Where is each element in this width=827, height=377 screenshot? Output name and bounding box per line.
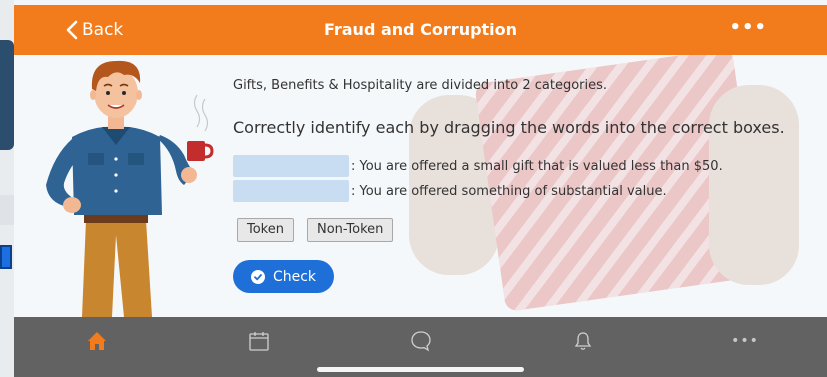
tab-calendar[interactable] [244, 327, 274, 355]
drop-target-box[interactable] [233, 155, 349, 177]
home-indicator[interactable] [317, 367, 524, 372]
check-button[interactable]: Check [233, 260, 334, 293]
background-app-strip [0, 0, 14, 377]
match-row-text: : You are offered something of substanti… [351, 183, 667, 199]
tab-more[interactable]: ••• [730, 327, 760, 355]
bottom-tab-bar: ••• [14, 317, 827, 377]
match-row-text: : You are offered a small gift that is v… [351, 158, 723, 174]
match-row: : You are offered a small gift that is v… [233, 155, 723, 177]
draggable-word-token[interactable]: Token [237, 218, 294, 242]
tab-chat[interactable] [406, 327, 436, 355]
bell-icon [574, 332, 592, 350]
more-icon: ••• [731, 333, 759, 349]
background-shape [0, 40, 14, 150]
check-label: Check [272, 268, 317, 285]
top-bar: Back Fraud and Corruption ••• [14, 5, 827, 55]
background-shape [0, 195, 14, 225]
drop-target-box[interactable] [233, 180, 349, 202]
app-frame: Back Fraud and Corruption ••• Gifts, Ben… [0, 0, 827, 377]
hand-shape [709, 85, 799, 285]
character-illustration [46, 60, 214, 317]
calendar-icon [249, 332, 269, 351]
background-shape [0, 245, 12, 269]
draggable-word-non-token[interactable]: Non-Token [307, 218, 394, 242]
activity-content: Gifts, Benefits & Hospitality are divide… [14, 55, 827, 317]
page-title: Fraud and Corruption [323, 20, 518, 39]
intro-text: Gifts, Benefits & Hospitality are divide… [233, 78, 608, 93]
home-icon [88, 332, 106, 350]
checkmark-circle-icon [250, 269, 265, 284]
match-row: : You are offered something of substanti… [233, 180, 667, 202]
tab-home[interactable] [82, 327, 112, 355]
more-options-button[interactable]: ••• [729, 5, 767, 55]
chat-bubble-icon [411, 331, 431, 352]
instruction-text: Correctly identify each by dragging the … [233, 118, 785, 137]
tab-notifications[interactable] [568, 327, 598, 355]
